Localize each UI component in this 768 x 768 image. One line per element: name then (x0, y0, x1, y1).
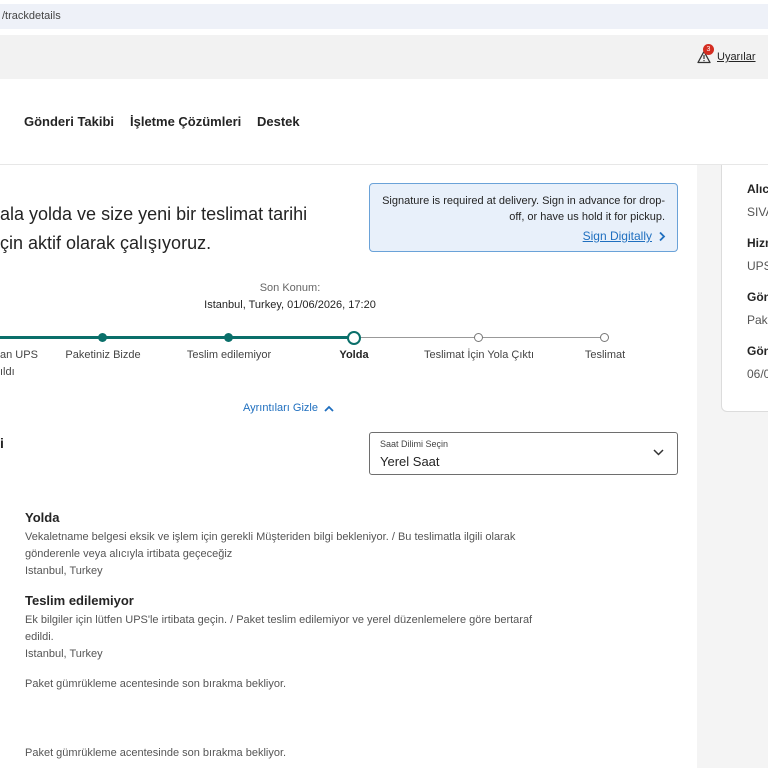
chevron-right-icon (659, 231, 666, 241)
last-location-value: Istanbul, Turkey, 01/06/2026, 17:20 (204, 299, 376, 311)
section-title: i (0, 435, 4, 451)
hide-details-toggle[interactable]: Ayrıntıları Gizle (243, 402, 334, 414)
alerts-count-badge: 3 (703, 44, 714, 55)
info-value-recipient: SIVA (747, 205, 768, 219)
signature-notice: Signature is required at delivery. Sign … (369, 183, 678, 252)
headline-line-1: ala yolda ve size yeni bir teslimat tari… (0, 204, 308, 224)
info-value-ship-date: 06/0 (747, 367, 768, 381)
info-label-service: Hizm (747, 236, 768, 250)
nav-item-tracking[interactable]: Gönderi Takibi (24, 114, 114, 129)
url-text: /trackdetails (2, 10, 61, 22)
chevron-up-icon (324, 405, 334, 412)
notice-text: Signature is required at delivery. Sign … (382, 193, 665, 225)
browser-url-bar: /trackdetails (0, 0, 768, 33)
event-item: Paket gümrükleme acentesinde son bırakma… (25, 676, 545, 693)
step-label-out-for-delivery: Teslimat İçin Yola Çıktı (423, 349, 535, 361)
headline-line-2: çin aktif olarak çalışıyoruz. (0, 233, 212, 253)
url-field[interactable]: /trackdetails (0, 4, 768, 29)
shipment-info-card: Alıcı SIVA Hizm UPS Gön Pak Gön 06/0 (721, 165, 768, 412)
timezone-select[interactable]: Saat Dilimi Seçin Yerel Saat (369, 432, 678, 475)
event-location: Istanbul, Turkey (25, 648, 103, 660)
event-location: Istanbul, Turkey (25, 565, 103, 577)
step-label-delivered: Teslimat (584, 349, 626, 361)
info-label-shipped: Gön (747, 290, 768, 304)
step-label-received: an UPS (0, 349, 38, 361)
main-nav: Gönderi Takibi İşletme Çözümleri Destek (0, 79, 768, 165)
event-title: Yolda (25, 510, 60, 525)
progress-line-complete (0, 336, 349, 339)
nav-item-business-solutions[interactable]: İşletme Çözümleri (130, 114, 241, 129)
alerts-link[interactable]: 3 Uyarılar (697, 44, 756, 67)
chevron-down-icon (653, 449, 664, 456)
event-description-line-1: Paket gümrükleme acentesinde son bırakma… (25, 747, 287, 759)
last-location-label: Son Konum: (259, 282, 321, 294)
progress-dot-out-for-delivery (474, 333, 483, 342)
alert-icon: 3 (697, 44, 714, 64)
step-label-not-delivered: Teslim edilemiyor (186, 349, 272, 361)
alerts-label: Uyarılar (717, 51, 756, 63)
event-description-line-2: gönderenle veya alıcıyla irtibata geçece… (25, 548, 233, 560)
event-title: Teslim edilemiyor (25, 593, 134, 608)
info-label-ship-date: Gön (747, 344, 768, 358)
info-value-shipped: Pak (747, 313, 768, 327)
event-description-line-1: Ek bilgiler için lütfen UPS'le irtibata … (25, 614, 533, 626)
sign-digitally-label: Sign Digitally (582, 229, 652, 243)
progress-dot-in-possession (98, 333, 107, 342)
sign-digitally-link[interactable]: Sign Digitally (583, 229, 666, 243)
progress-tracker: an UPS ıldı Paketiniz Bizde Teslim edile… (0, 328, 700, 378)
progress-dot-not-delivered (224, 333, 233, 342)
timezone-value: Yerel Saat (380, 454, 440, 469)
notice-text-line-2: off, or have us hold it for pickup. (509, 211, 665, 223)
event-description-line-2: edildi. (25, 631, 54, 643)
progress-dot-current (347, 331, 361, 345)
notice-text-line-1: Signature is required at delivery. Sign … (382, 195, 665, 207)
step-label-on-the-way: Yolda (339, 349, 369, 361)
status-headline: ala yolda ve size yeni bir teslimat tari… (0, 200, 360, 258)
nav-item-support[interactable]: Destek (257, 114, 300, 129)
hide-details-label: Ayrıntıları Gizle (243, 402, 318, 414)
utility-bar: 3 Uyarılar (0, 35, 768, 79)
event-item: Paket gümrükleme acentesinde son bırakma… (25, 745, 545, 762)
step-label-in-possession: Paketiniz Bizde (65, 349, 141, 361)
timezone-caption: Saat Dilimi Seçin (380, 439, 449, 449)
info-value-service: UPS (747, 259, 768, 273)
event-description-line-1: Vekaletname belgesi eksik ve işlem için … (25, 531, 516, 543)
event-item: Yolda Vekaletname belgesi eksik ve işlem… (25, 510, 545, 580)
event-item: Teslim edilemiyor Ek bilgiler için lütfe… (25, 593, 545, 663)
event-description-line-1: Paket gümrükleme acentesinde son bırakma… (25, 678, 287, 690)
info-label-recipient: Alıcı (747, 182, 768, 196)
step-label-received-line-2: ıldı (0, 366, 15, 378)
progress-dot-delivered (600, 333, 609, 342)
